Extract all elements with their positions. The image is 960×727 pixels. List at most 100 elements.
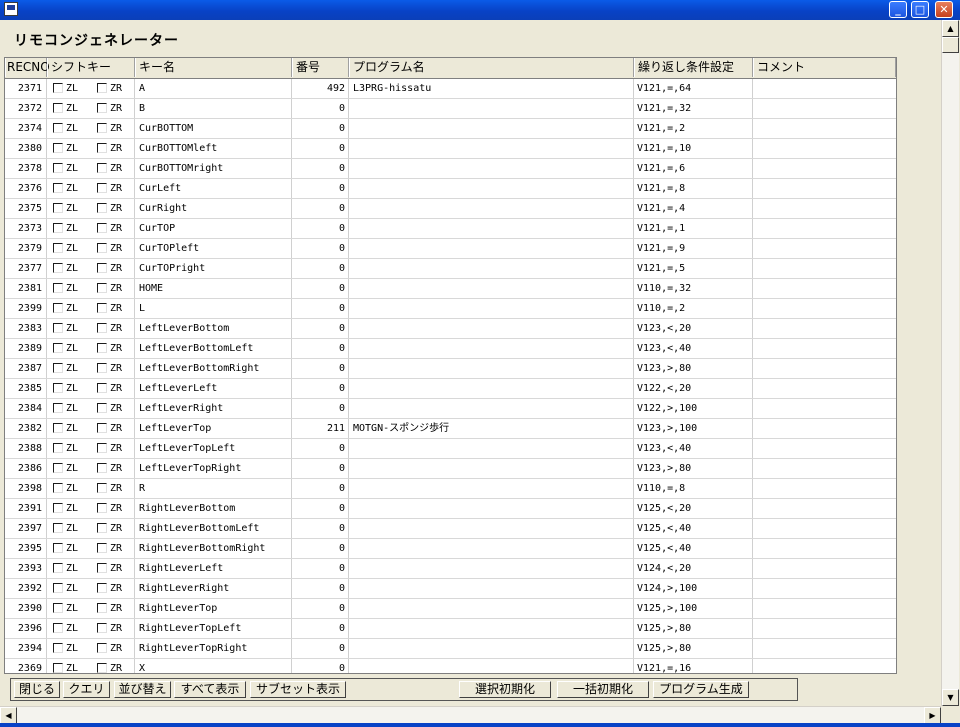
zl-checkbox[interactable] [53,223,63,233]
column-header-comment[interactable]: コメント [753,58,896,77]
column-header-prog[interactable]: プログラム名 [349,58,634,77]
key-name-cell[interactable]: CurBOTTOMleft [135,139,292,158]
key-name-cell[interactable]: RightLeverRight [135,579,292,598]
zr-checkbox[interactable] [97,83,107,93]
zr-checkbox[interactable] [97,203,107,213]
zl-checkbox[interactable] [53,123,63,133]
key-name-cell[interactable]: HOME [135,279,292,298]
table-row[interactable]: 2372 ZL ZR B 0 V121,=,32 [5,99,896,119]
comment-cell[interactable] [753,499,896,518]
repeat-condition-cell[interactable]: V125,<,20 [634,499,753,518]
column-header-num[interactable]: 番号 [292,58,349,77]
comment-cell[interactable] [753,139,896,158]
zr-checkbox[interactable] [97,463,107,473]
key-name-cell[interactable]: LeftLeverTop [135,419,292,438]
zr-checkbox[interactable] [97,503,107,513]
program-name-cell[interactable] [349,359,634,378]
key-name-cell[interactable]: A [135,79,292,98]
table-row[interactable]: 2383 ZL ZR LeftLeverBottom 0 V123,<,20 [5,319,896,339]
repeat-condition-cell[interactable]: V123,<,20 [634,319,753,338]
comment-cell[interactable] [753,519,896,538]
table-row[interactable]: 2399 ZL ZR L 0 V110,=,2 [5,299,896,319]
repeat-condition-cell[interactable]: V121,=,6 [634,159,753,178]
repeat-condition-cell[interactable]: V122,>,100 [634,399,753,418]
comment-cell[interactable] [753,359,896,378]
zr-checkbox[interactable] [97,483,107,493]
repeat-condition-cell[interactable]: V125,<,40 [634,519,753,538]
program-name-cell[interactable] [349,439,634,458]
table-row[interactable]: 2375 ZL ZR CurRight 0 V121,=,4 [5,199,896,219]
repeat-condition-cell[interactable]: V121,=,9 [634,239,753,258]
scroll-down-button[interactable]: ▼ [942,689,959,706]
table-row[interactable]: 2389 ZL ZR LeftLeverBottomLeft 0 V123,<,40 [5,339,896,359]
table-row[interactable]: 2385 ZL ZR LeftLeverLeft 0 V122,<,20 [5,379,896,399]
table-row[interactable]: 2393 ZL ZR RightLeverLeft 0 V124,<,20 [5,559,896,579]
table-row[interactable]: 2397 ZL ZR RightLeverBottomLeft 0 V125,<,40 [5,519,896,539]
number-cell[interactable]: 0 [292,139,349,158]
zl-checkbox[interactable] [53,343,63,353]
key-name-cell[interactable]: CurTOPright [135,259,292,278]
column-header-repeat[interactable]: 繰り返し条件設定 [634,58,753,77]
program-name-cell[interactable] [349,459,634,478]
zl-checkbox[interactable] [53,503,63,513]
zr-checkbox[interactable] [97,363,107,373]
zl-checkbox[interactable] [53,623,63,633]
repeat-condition-cell[interactable]: V123,>,100 [634,419,753,438]
zr-checkbox[interactable] [97,223,107,233]
zr-checkbox[interactable] [97,123,107,133]
comment-cell[interactable] [753,419,896,438]
program-name-cell[interactable] [349,559,634,578]
repeat-condition-cell[interactable]: V123,>,80 [634,459,753,478]
comment-cell[interactable] [753,179,896,198]
key-name-cell[interactable]: L [135,299,292,318]
repeat-condition-cell[interactable]: V121,=,1 [634,219,753,238]
number-cell[interactable]: 0 [292,359,349,378]
repeat-condition-cell[interactable]: V124,>,100 [634,579,753,598]
table-row[interactable]: 2379 ZL ZR CurTOPleft 0 V121,=,9 [5,239,896,259]
zr-checkbox[interactable] [97,423,107,433]
zr-checkbox[interactable] [97,103,107,113]
number-cell[interactable]: 0 [292,659,349,673]
key-name-cell[interactable]: LeftLeverTopLeft [135,439,292,458]
table-row[interactable]: 2398 ZL ZR R 0 V110,=,8 [5,479,896,499]
zr-checkbox[interactable] [97,383,107,393]
reset-selected-button[interactable]: 選択初期化 [459,681,551,698]
key-name-cell[interactable]: LeftLeverBottom [135,319,292,338]
app-icon[interactable] [4,2,18,16]
zr-checkbox[interactable] [97,243,107,253]
horizontal-scrollbar[interactable]: ◀ ▶ [0,706,941,724]
number-cell[interactable]: 0 [292,459,349,478]
comment-cell[interactable] [753,579,896,598]
zr-checkbox[interactable] [97,283,107,293]
close-window-button[interactable]: ✕ [935,1,953,18]
key-name-cell[interactable]: R [135,479,292,498]
zr-checkbox[interactable] [97,323,107,333]
program-name-cell[interactable] [349,199,634,218]
number-cell[interactable]: 492 [292,79,349,98]
number-cell[interactable]: 0 [292,539,349,558]
table-row[interactable]: 2369 ZL ZR X 0 V121,=,16 [5,659,896,673]
zl-checkbox[interactable] [53,363,63,373]
key-name-cell[interactable]: CurLeft [135,179,292,198]
repeat-condition-cell[interactable]: V125,>,100 [634,599,753,618]
table-row[interactable]: 2380 ZL ZR CurBOTTOMleft 0 V121,=,10 [5,139,896,159]
number-cell[interactable]: 0 [292,299,349,318]
generate-program-button[interactable]: プログラム生成 [653,681,749,698]
comment-cell[interactable] [753,539,896,558]
zl-checkbox[interactable] [53,403,63,413]
key-name-cell[interactable]: RightLeverBottom [135,499,292,518]
repeat-condition-cell[interactable]: V110,=,2 [634,299,753,318]
table-row[interactable]: 2391 ZL ZR RightLeverBottom 0 V125,<,20 [5,499,896,519]
zl-checkbox[interactable] [53,543,63,553]
repeat-condition-cell[interactable]: V121,=,10 [634,139,753,158]
repeat-condition-cell[interactable]: V110,=,8 [634,479,753,498]
number-cell[interactable]: 0 [292,439,349,458]
sort-button[interactable]: 並び替え [114,681,171,698]
number-cell[interactable]: 0 [292,239,349,258]
table-row[interactable]: 2376 ZL ZR CurLeft 0 V121,=,8 [5,179,896,199]
zr-checkbox[interactable] [97,343,107,353]
program-name-cell[interactable] [349,299,634,318]
repeat-condition-cell[interactable]: V121,=,2 [634,119,753,138]
zr-checkbox[interactable] [97,263,107,273]
zr-checkbox[interactable] [97,163,107,173]
